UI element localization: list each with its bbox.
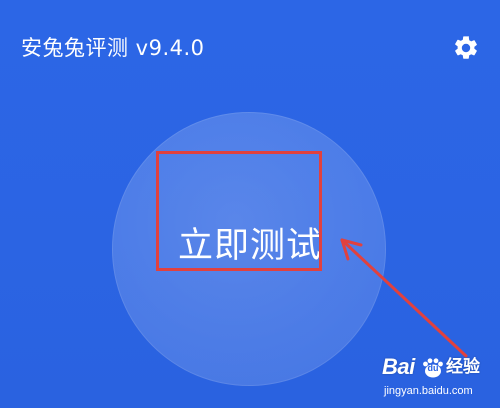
start-test-button[interactable]: 立即测试 bbox=[178, 224, 322, 268]
baidu-jingyan-watermark: Bai du 经验 jingyan.baidu.com bbox=[378, 354, 496, 404]
watermark-brand-mark: du bbox=[427, 363, 439, 373]
app-window: 安兔兔评测 v9.4.0 立即测试 Bai du 经验 jingyan.baid… bbox=[0, 0, 500, 408]
watermark-brand: Bai bbox=[382, 354, 415, 379]
app-title: 安兔兔评测 v9.4.0 bbox=[21, 36, 205, 60]
watermark-product: 经验 bbox=[446, 357, 480, 377]
watermark-url: jingyan.baidu.com bbox=[384, 385, 473, 397]
gear-icon bbox=[455, 36, 477, 59]
paw-icon bbox=[423, 358, 443, 378]
settings-button[interactable] bbox=[452, 34, 480, 62]
